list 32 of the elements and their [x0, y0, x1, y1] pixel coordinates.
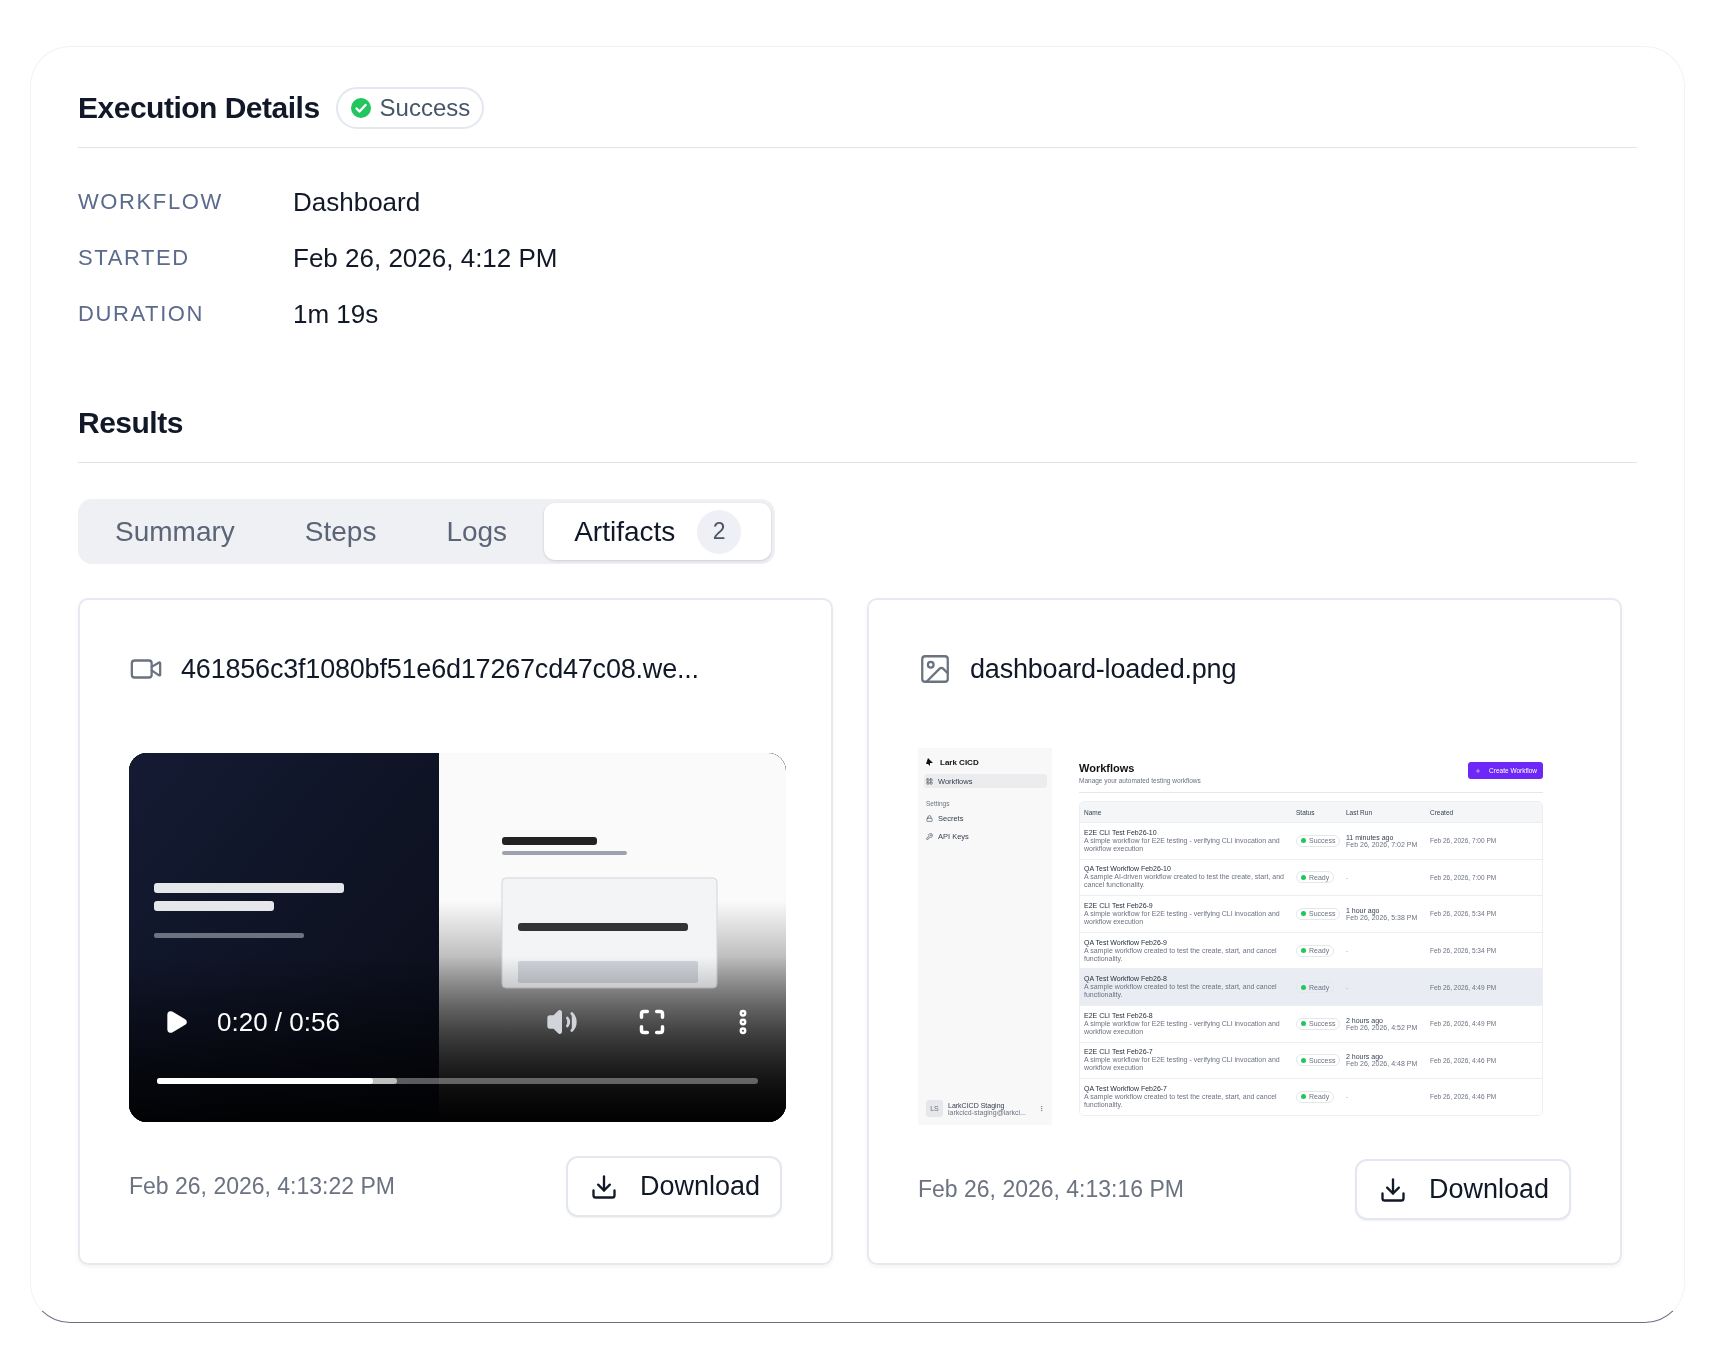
file-name: 461856c3f1080bf51e6d17267cd47c08.we...: [181, 653, 699, 685]
brand-name: Lark CICD: [940, 757, 979, 767]
progress-bar[interactable]: [157, 1078, 758, 1084]
tab[interactable]: Summary: [82, 503, 268, 560]
image-icon: [918, 652, 952, 686]
key-icon: [926, 832, 933, 840]
tab[interactable]: Steps: [271, 503, 410, 560]
detail-value: 1m 19s: [293, 298, 380, 330]
download-button[interactable]: Download: [565, 1156, 782, 1217]
count-badge: 2: [697, 509, 742, 554]
section-title: Execution Details: [78, 91, 320, 125]
download-icon: [1378, 1175, 1407, 1204]
detail-value: Feb 26, 2026, 4:12 PM: [293, 242, 558, 274]
detail-label: DURATION: [78, 301, 206, 327]
lock-icon: [926, 814, 933, 822]
tab[interactable]: Artifacts 2: [544, 503, 772, 560]
tab[interactable]: Logs: [413, 503, 541, 560]
file-name: dashboard-loaded.png: [970, 653, 1237, 685]
download-button[interactable]: Download: [1354, 1159, 1571, 1220]
page-title: Workflows: [1079, 762, 1136, 774]
grid-icon: [926, 777, 933, 785]
detail-value: Dashboard: [293, 186, 422, 218]
timestamp: Feb 26, 2026, 4:13:22 PM: [129, 1173, 395, 1200]
playback-time: 0:20 / 0:56: [217, 1006, 341, 1038]
detail-label: WORKFLOW: [78, 189, 224, 215]
section-title: Results: [78, 407, 184, 439]
detail-label: STARTED: [78, 245, 191, 271]
status-label: Success: [379, 94, 471, 122]
fullscreen-icon[interactable]: [638, 1008, 666, 1036]
check-icon: [349, 97, 372, 119]
timestamp: Feb 26, 2026, 4:13:16 PM: [918, 1176, 1184, 1203]
download-icon: [589, 1172, 618, 1201]
